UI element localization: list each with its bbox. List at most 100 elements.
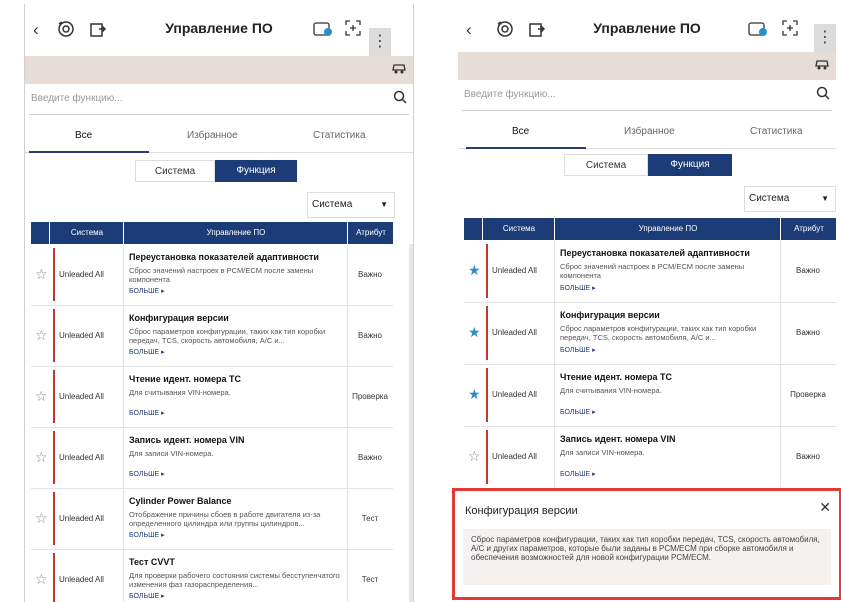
header-system[interactable]: Система xyxy=(484,218,554,240)
row-attribute: Важно xyxy=(357,269,382,279)
table-row[interactable]: ☆ Unleaded All Запись идент. номера VIN … xyxy=(464,426,836,489)
left-screen: ‹ Управление ПО ⋮ Введите функцию... Все… xyxy=(24,4,414,602)
tab-all[interactable]: Все xyxy=(75,130,92,141)
favorite-star-icon[interactable]: ☆ xyxy=(468,448,481,465)
car-icon[interactable] xyxy=(391,60,407,80)
scrollbar[interactable] xyxy=(409,244,413,602)
favorite-star-icon[interactable]: ☆ xyxy=(35,327,48,344)
table-row[interactable]: ☆ Unleaded All Конфигурация версии Сброс… xyxy=(31,305,393,367)
table-row[interactable]: ☆ Unleaded All Чтение идент. номера ТС Д… xyxy=(31,366,393,428)
header-system[interactable]: Система xyxy=(51,222,123,244)
system-dropdown[interactable]: Система ▼ xyxy=(307,192,395,218)
row-system: Unleaded All xyxy=(492,452,537,461)
more-link[interactable]: БОЛЬШЕ ▸ xyxy=(560,470,596,478)
favorite-star-icon[interactable]: ★ xyxy=(468,324,481,341)
row-title[interactable]: Cylinder Power Balance xyxy=(129,496,232,506)
search-bar[interactable]: Введите функцию... xyxy=(29,84,409,115)
favorite-star-icon[interactable]: ☆ xyxy=(35,266,48,283)
table-row[interactable]: ★ Unleaded All Чтение идент. номера ТС Д… xyxy=(464,364,836,427)
favorite-star-icon[interactable]: ☆ xyxy=(35,388,48,405)
status-bar xyxy=(486,368,488,422)
close-icon[interactable]: ✕ xyxy=(819,499,831,516)
table-row[interactable]: ★ Unleaded All Переустановка показателей… xyxy=(464,240,836,303)
row-title[interactable]: Конфигурация версии xyxy=(129,313,229,323)
row-attribute: Важно xyxy=(795,328,820,337)
row-title[interactable]: Конфигурация версии xyxy=(560,310,660,320)
toggle-system[interactable]: Система xyxy=(135,160,215,182)
table-row[interactable]: ★ Unleaded All Конфигурация версии Сброс… xyxy=(464,302,836,365)
header-sw-management[interactable]: Управление ПО xyxy=(125,222,347,244)
header-attribute[interactable]: Атрибут xyxy=(782,218,836,240)
table-row[interactable]: ☆ Unleaded All Запись идент. номера VIN … xyxy=(31,427,393,489)
row-title[interactable]: Тест CVVT xyxy=(129,557,175,567)
more-menu-icon[interactable]: ⋮ xyxy=(369,28,391,58)
more-link[interactable]: БОЛЬШЕ ▸ xyxy=(129,531,165,539)
row-attribute: Важно xyxy=(357,330,382,340)
search-icon[interactable] xyxy=(816,86,830,104)
top-bar: ‹ Управление ПО ⋮ xyxy=(458,4,836,56)
tab-all[interactable]: Все xyxy=(512,126,529,137)
more-menu-icon[interactable]: ⋮ xyxy=(814,24,836,54)
tab-favorites[interactable]: Избранное xyxy=(624,126,675,137)
more-link[interactable]: БОЛЬШЕ ▸ xyxy=(129,348,165,356)
system-dropdown[interactable]: Система ▼ xyxy=(744,186,836,212)
header-sw-management[interactable]: Управление ПО xyxy=(556,218,780,240)
row-description: Для проверки рабочего состояния системы … xyxy=(129,571,340,589)
row-attribute: Проверка xyxy=(790,390,826,399)
tab-favorites[interactable]: Избранное xyxy=(187,130,238,141)
table-row[interactable]: ☆ Unleaded All Переустановка показателей… xyxy=(31,244,393,306)
tab-bar: Все Избранное Статистика xyxy=(25,124,413,153)
search-input[interactable]: Введите функцию... xyxy=(464,89,556,100)
vci-icon[interactable] xyxy=(313,20,333,43)
row-attribute: Тест xyxy=(361,513,379,523)
row-title[interactable]: Запись идент. номера VIN xyxy=(129,435,244,445)
chevron-down-icon: ▼ xyxy=(380,200,388,209)
more-link[interactable]: БОЛЬШЕ ▸ xyxy=(129,409,165,417)
toggle-function[interactable]: Функция xyxy=(215,160,297,182)
tab-statistics[interactable]: Статистика xyxy=(750,126,803,137)
toggle-system[interactable]: Система xyxy=(564,154,648,176)
favorite-star-icon[interactable]: ★ xyxy=(468,386,481,403)
more-link[interactable]: БОЛЬШЕ ▸ xyxy=(560,408,596,416)
row-title[interactable]: Чтение идент. номера ТС xyxy=(129,374,241,384)
row-system: Unleaded All xyxy=(59,574,104,584)
vehicle-band xyxy=(25,56,413,84)
status-bar xyxy=(53,309,55,362)
more-link[interactable]: БОЛЬШЕ ▸ xyxy=(560,346,596,354)
favorite-star-icon[interactable]: ☆ xyxy=(35,449,48,466)
favorite-star-icon[interactable]: ☆ xyxy=(35,510,48,527)
row-title[interactable]: Переустановка показателей адаптивности xyxy=(560,248,750,258)
row-title[interactable]: Чтение идент. номера ТС xyxy=(560,372,672,382)
toggle-function[interactable]: Функция xyxy=(648,154,732,176)
row-description: Отображение причины сбоев в работе двига… xyxy=(129,510,321,528)
table-row[interactable]: ☆ Unleaded All Cylinder Power Balance От… xyxy=(31,488,393,550)
more-link[interactable]: БОЛЬШЕ ▸ xyxy=(129,470,165,478)
favorite-star-icon[interactable]: ★ xyxy=(468,262,481,279)
table-row[interactable]: ☆ Unleaded All Тест CVVT Для проверки ра… xyxy=(31,549,393,602)
search-icon[interactable] xyxy=(393,90,407,108)
car-icon[interactable] xyxy=(814,56,830,76)
header-attribute[interactable]: Атрибут xyxy=(349,222,393,244)
chevron-down-icon: ▼ xyxy=(821,194,829,203)
vci-icon[interactable] xyxy=(748,20,768,43)
search-input[interactable]: Введите функцию... xyxy=(31,93,123,104)
search-bar[interactable]: Введите функцию... xyxy=(462,80,832,111)
row-title[interactable]: Запись идент. номера VIN xyxy=(560,434,675,444)
row-title[interactable]: Переустановка показателей адаптивности xyxy=(129,252,319,262)
more-link[interactable]: БОЛЬШЕ ▸ xyxy=(560,284,596,292)
table-header: Система Управление ПО Атрибут xyxy=(464,218,836,244)
row-description: Сброс параметров конфигурации, таких как… xyxy=(560,324,757,342)
row-attribute: Проверка xyxy=(352,391,388,401)
tab-statistics[interactable]: Статистика xyxy=(313,130,366,141)
screenshot-icon[interactable] xyxy=(782,20,798,41)
vehicle-band xyxy=(458,52,836,80)
more-link[interactable]: БОЛЬШЕ ▸ xyxy=(129,287,165,295)
active-tab-indicator xyxy=(29,151,149,153)
dropdown-value: Система xyxy=(749,193,790,204)
favorite-star-icon[interactable]: ☆ xyxy=(35,571,48,588)
screenshot-icon[interactable] xyxy=(345,20,361,41)
popup-body: Сброс параметров конфигурации, таких как… xyxy=(463,529,831,585)
row-description: Для считывания VIN-номера. xyxy=(129,388,231,397)
row-description: Сброс значений настроек в PCM/ECM после … xyxy=(560,262,745,280)
more-link[interactable]: БОЛЬШЕ ▸ xyxy=(129,592,165,600)
